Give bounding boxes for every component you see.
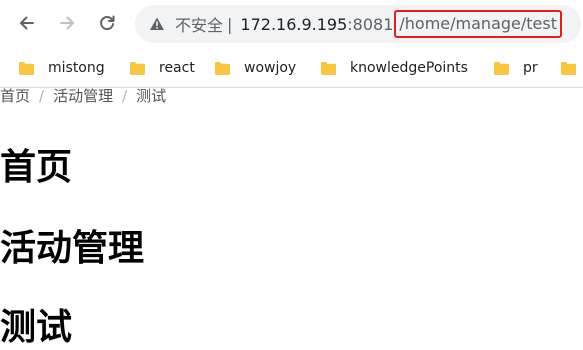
security-status-label[interactable]: 不安全 bbox=[175, 12, 223, 36]
reload-icon bbox=[100, 15, 115, 31]
bookmark-knowledgepoints[interactable]: knowledgePoints bbox=[321, 58, 468, 78]
folder-icon bbox=[130, 61, 145, 75]
warning-icon bbox=[150, 17, 164, 30]
heading-activity-management: 活动管理 bbox=[0, 228, 145, 269]
folder-icon bbox=[321, 61, 336, 75]
address-separator: | bbox=[227, 14, 233, 34]
folder-icon bbox=[494, 61, 509, 75]
url-host: 172.16.9.195 bbox=[240, 14, 348, 34]
bookmarks-bar: mistong react wowjoy knowledgePoints pr bbox=[0, 47, 583, 88]
folder-icon bbox=[19, 61, 34, 75]
heading-home: 首页 bbox=[0, 147, 73, 188]
breadcrumb-item-test: 测试 bbox=[136, 87, 167, 105]
browser-toolbar: 不安全 | 172.16.9.195 :8081 /home/manage/te… bbox=[0, 0, 583, 47]
heading-test: 测试 bbox=[0, 307, 73, 348]
bookmark-label: knowledgePoints bbox=[350, 60, 468, 76]
bookmark-pr[interactable]: pr bbox=[494, 58, 538, 78]
breadcrumb-item-activity-management[interactable]: 活动管理 bbox=[53, 87, 113, 105]
bookmark-label: pr bbox=[523, 60, 538, 76]
back-button[interactable] bbox=[12, 8, 42, 38]
breadcrumb-separator: / bbox=[122, 87, 128, 105]
url-path-highlighted: /home/manage/test bbox=[394, 10, 562, 38]
bookmark-mistong[interactable]: mistong bbox=[19, 58, 105, 78]
bookmark-label: wowjoy bbox=[244, 60, 297, 76]
forward-arrow-icon bbox=[60, 16, 74, 30]
back-arrow-icon bbox=[20, 16, 34, 30]
bookmark-label: react bbox=[159, 60, 195, 76]
folder-icon bbox=[215, 61, 230, 75]
bookmark-react[interactable]: react bbox=[130, 58, 195, 78]
bookmark-overflow-folder[interactable] bbox=[561, 58, 583, 78]
address-bar[interactable]: 不安全 | 172.16.9.195 :8081 /home/manage/te… bbox=[135, 5, 581, 43]
breadcrumb: 首页 / 活动管理 / 测试 bbox=[0, 85, 166, 106]
folder-icon bbox=[561, 61, 576, 75]
bookmark-label: mistong bbox=[48, 60, 105, 76]
bookmark-wowjoy[interactable]: wowjoy bbox=[215, 58, 296, 78]
breadcrumb-item-home[interactable]: 首页 bbox=[0, 87, 30, 105]
forward-button[interactable] bbox=[52, 8, 82, 38]
url-port: :8081 bbox=[347, 14, 394, 34]
reload-button[interactable] bbox=[92, 8, 122, 38]
breadcrumb-separator: / bbox=[39, 87, 45, 105]
